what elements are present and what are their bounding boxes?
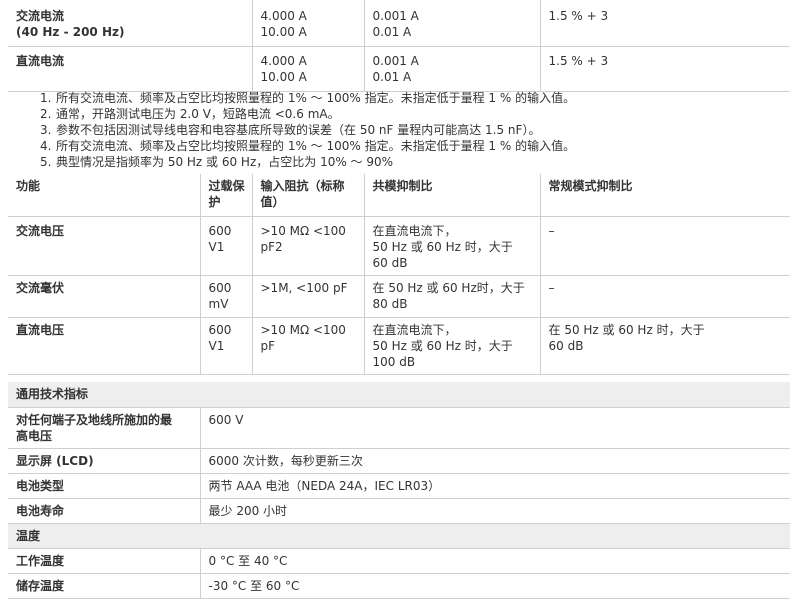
accuracy-cell: 1.5 % + 3 xyxy=(540,0,790,47)
overload-cell: 600 V1 xyxy=(200,317,253,375)
spec-value: 两节 AAA 电池（NEDA 24A，IEC LR03） xyxy=(200,473,790,499)
spec-label: 显示屏 (LCD) xyxy=(8,448,201,474)
spec-label: 直流电流 xyxy=(8,46,253,92)
section-title-general: 通用技术指标 xyxy=(8,382,790,408)
table-row: 储存温度 -30 °C 至 60 °C xyxy=(8,573,790,599)
header-input-impedance: 输入阻抗（标称 值） xyxy=(252,174,365,217)
section-title-temperature: 温度 xyxy=(8,523,790,549)
input-cell: >10 MΩ <100 pF xyxy=(252,317,365,375)
accuracy-cell: 1.5 % + 3 xyxy=(540,46,790,92)
table-row: 电池类型 两节 AAA 电池（NEDA 24A，IEC LR03） xyxy=(8,473,790,499)
spec-label: 电池类型 xyxy=(8,473,201,499)
common-mode-cell: 在 50 Hz 或 60 Hz时，大于 80 dB xyxy=(364,275,541,318)
input-impedance-table: 功能 过载保 护 输入阻抗（标称 值） 共模抑制比 常规模式抑制比 交流电压 6… xyxy=(8,174,790,375)
overload-cell: 600 mV xyxy=(200,275,253,318)
spec-value: -30 °C 至 60 °C xyxy=(200,573,790,599)
table-row: 工作温度 0 °C 至 40 °C xyxy=(8,548,790,574)
spec-label: 工作温度 xyxy=(8,548,201,574)
header-overload: 过载保 护 xyxy=(200,174,253,217)
function-cell: 交流电压 xyxy=(8,216,201,276)
header-function: 功能 xyxy=(8,174,201,217)
table-row: 显示屏 (LCD) 6000 次计数，每秒更新三次 xyxy=(8,448,790,474)
current-spec-table: 交流电流 (40 Hz - 200 Hz) 4.000 A 10.00 A 0.… xyxy=(8,0,790,92)
range-cell: 4.000 A 10.00 A xyxy=(252,0,365,47)
footnote: 1. 所有交流电流、频率及占空比均按照量程的 1% ～ 100% 指定。未指定低于… xyxy=(40,91,576,105)
spec-value: 0 °C 至 40 °C xyxy=(200,548,790,574)
header-normal-mode: 常规模式抑制比 xyxy=(540,174,790,217)
table-header-row: 功能 过载保 护 输入阻抗（标称 值） 共模抑制比 常规模式抑制比 xyxy=(8,174,790,217)
resolution-cell: 0.001 A 0.01 A xyxy=(364,0,541,47)
normal-mode-cell: 在 50 Hz 或 60 Hz 时，大于 60 dB xyxy=(540,317,790,375)
footnote: 3. 参数不包括因测试导线电容和电容基底所导致的误差（在 50 nF 量程内可能高… xyxy=(40,123,541,137)
table-row: 电池寿命 最少 200 小时 xyxy=(8,498,790,524)
common-mode-cell: 在直流电流下， 50 Hz 或 60 Hz 时，大于 100 dB xyxy=(364,317,541,375)
footnote: 4. 所有交流电流、频率及占空比均按照量程的 1% ～ 100% 指定。未指定低于… xyxy=(40,139,576,153)
footnote: 5. 典型情况是指频率为 50 Hz 或 60 Hz，占空比为 10% ～ 90% xyxy=(40,155,394,169)
table-row: 交流电流 (40 Hz - 200 Hz) 4.000 A 10.00 A 0.… xyxy=(8,0,790,47)
resolution-cell: 0.001 A 0.01 A xyxy=(364,46,541,92)
input-cell: >1M, <100 pF xyxy=(252,275,365,318)
spec-label: 电池寿命 xyxy=(8,498,201,524)
normal-mode-cell: – xyxy=(540,275,790,318)
footnote: 2. 通常，开路测试电压为 2.0 V，短路电流 <0.6 mA。 xyxy=(40,107,340,121)
table-row: 交流电压 600 V1 >10 MΩ <100 pF2 在直流电流下， 50 H… xyxy=(8,216,790,276)
table-row: 直流电压 600 V1 >10 MΩ <100 pF 在直流电流下， 50 Hz… xyxy=(8,317,790,375)
spec-label: 对任何端子及地线所施加的最 高电压 xyxy=(8,407,201,449)
footnotes-list: 1. 所有交流电流、频率及占空比均按照量程的 1% ～ 100% 指定。未指定低于… xyxy=(40,90,575,170)
table-row: 交流毫伏 600 mV >1M, <100 pF 在 50 Hz 或 60 Hz… xyxy=(8,275,790,318)
general-spec-table: 通用技术指标 对任何端子及地线所施加的最 高电压 600 V 显示屏 (LCD)… xyxy=(8,382,790,599)
spec-value: 最少 200 小时 xyxy=(200,498,790,524)
header-common-mode: 共模抑制比 xyxy=(364,174,541,217)
section-header: 温度 xyxy=(8,523,790,549)
spec-value: 6000 次计数，每秒更新三次 xyxy=(200,448,790,474)
spec-label: 交流电流 (40 Hz - 200 Hz) xyxy=(8,0,253,47)
function-cell: 交流毫伏 xyxy=(8,275,201,318)
input-cell: >10 MΩ <100 pF2 xyxy=(252,216,365,276)
table-row: 对任何端子及地线所施加的最 高电压 600 V xyxy=(8,407,790,449)
overload-cell: 600 V1 xyxy=(200,216,253,276)
spec-value: 600 V xyxy=(200,407,790,449)
section-header: 通用技术指标 xyxy=(8,382,790,408)
spec-label: 储存温度 xyxy=(8,573,201,599)
range-cell: 4.000 A 10.00 A xyxy=(252,46,365,92)
common-mode-cell: 在直流电流下， 50 Hz 或 60 Hz 时，大于 60 dB xyxy=(364,216,541,276)
function-cell: 直流电压 xyxy=(8,317,201,375)
normal-mode-cell: – xyxy=(540,216,790,276)
table-row: 直流电流 4.000 A 10.00 A 0.001 A 0.01 A 1.5 … xyxy=(8,46,790,92)
